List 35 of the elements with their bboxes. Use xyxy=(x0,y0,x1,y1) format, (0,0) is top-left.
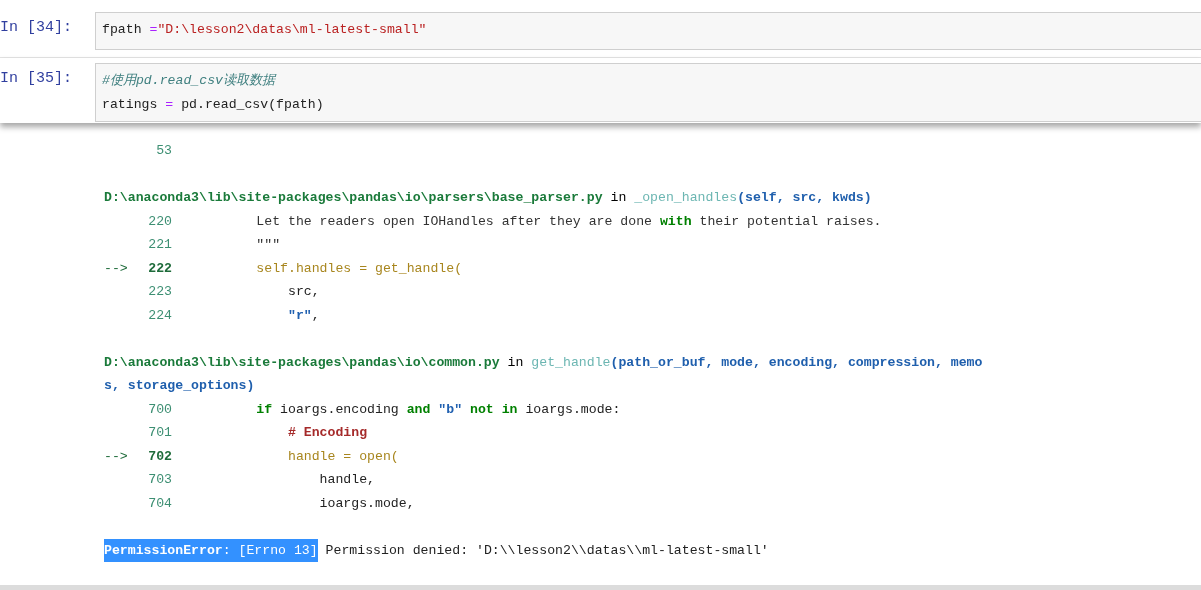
arrow-marker: --> xyxy=(104,448,128,464)
traceback-header: D:\anaconda3\lib\site-packages\pandas\io\common.py in get_handle(path_or_buf, mode, encoding, compression, memo xyxy=(104,353,984,372)
code-line: """ xyxy=(255,236,281,254)
selected-text: PermissionError: [Errno 13] xyxy=(104,538,318,562)
code-line: Let the readers open IOHandles after they are done with their potential raises. xyxy=(255,212,882,231)
line-number: 701 xyxy=(147,424,172,442)
line-number: 702 xyxy=(147,447,172,466)
code-cell[interactable]: #使用pd.read_csv读取数据 ratings = pd.read_csv(fpath) xyxy=(95,63,1201,122)
cell-prompt: In [34]: xyxy=(0,18,73,36)
code-cell[interactable]: fpath ="D:\lesson2\datas\ml-latest-small" xyxy=(95,12,1201,50)
code-line: src, xyxy=(286,283,320,301)
code-line: handle = open( xyxy=(286,447,399,466)
code-line: #使用pd.read_csv读取数据 xyxy=(102,72,278,90)
code-line: "r", xyxy=(286,306,320,325)
code-line: ratings = pd.read_csv(fpath) xyxy=(102,95,325,114)
code-line: fpath ="D:\lesson2\datas\ml-latest-small" xyxy=(102,21,428,39)
code-line: handle, xyxy=(318,471,376,489)
line-number: 224 xyxy=(147,306,172,325)
line-number: 704 xyxy=(147,494,172,513)
line-number: 53 xyxy=(155,142,172,160)
line-number: 221 xyxy=(147,236,172,254)
code-line: if ioargs.encoding and "b" not in ioargs.mode: xyxy=(255,400,621,419)
line-number: 703 xyxy=(147,471,172,489)
code-line: ioargs.mode, xyxy=(318,494,415,513)
line-number: 700 xyxy=(147,400,172,419)
error-message: Permission denied: 'D:\\lesson2\\datas\\ml-latest-small' xyxy=(324,541,769,560)
traceback-header: D:\anaconda3\lib\site-packages\pandas\io\parsers\base_parser.py in _open_handles(self, src, kwds) xyxy=(104,189,873,207)
traceback-header: s, storage_options) xyxy=(104,377,256,395)
code-line: self.handles = get_handle( xyxy=(255,259,463,278)
cell-prompt: In [35]: xyxy=(0,69,73,87)
line-number: 222 xyxy=(147,259,172,278)
arrow-marker: --> xyxy=(104,260,128,276)
line-number: 220 xyxy=(147,212,172,231)
line-number: 223 xyxy=(147,283,172,301)
code-line: # Encoding xyxy=(286,424,368,442)
